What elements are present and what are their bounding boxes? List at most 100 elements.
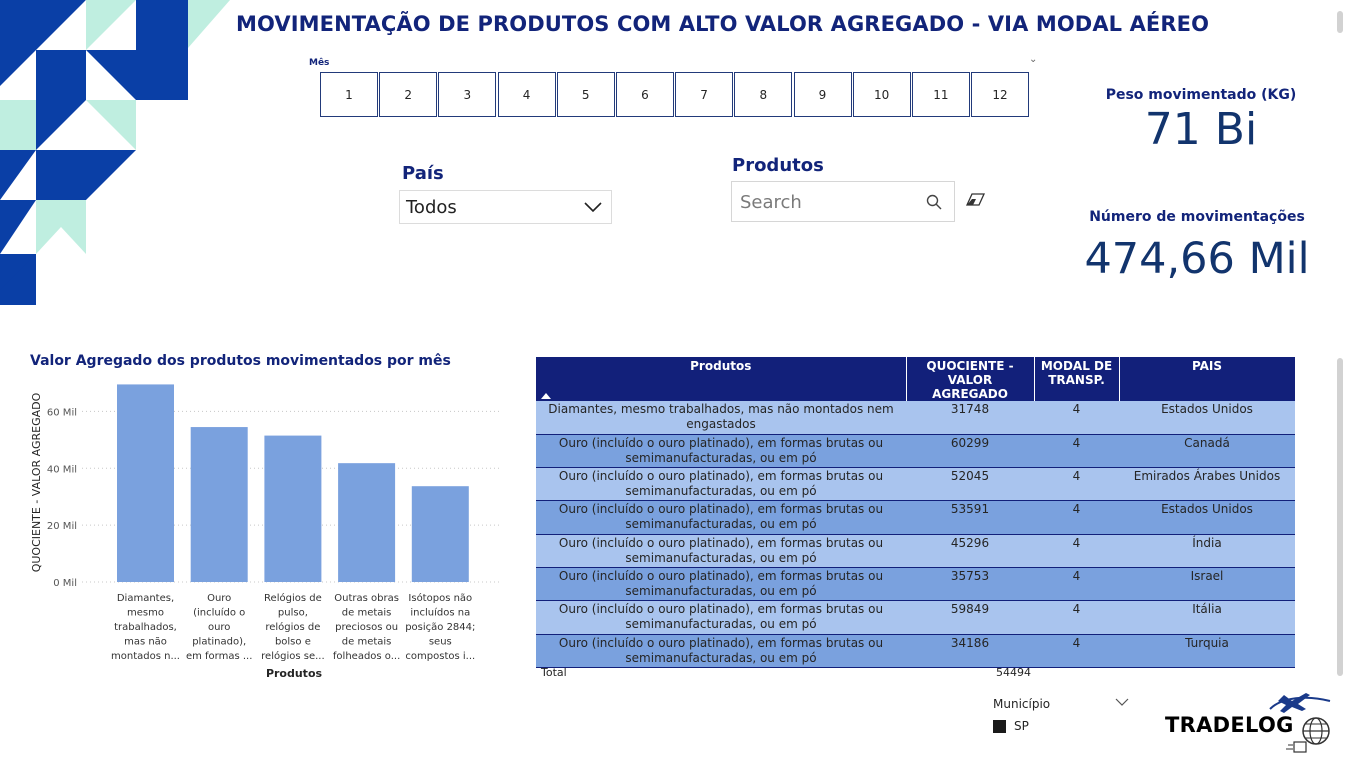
x-tick-label: ouro xyxy=(208,622,230,633)
column-header-produtos[interactable]: Produtos xyxy=(536,357,907,401)
month-button-9[interactable]: 9 xyxy=(793,72,852,117)
x-tick-label: (incluído o xyxy=(193,607,245,619)
table-cell-pais: Canadá xyxy=(1119,434,1295,469)
x-tick-label: relógios de xyxy=(265,621,320,633)
table-cell-modal: 4 xyxy=(1034,500,1119,535)
total-label: Total xyxy=(541,666,567,679)
table-cell-produto: Ouro (incluído o ouro platinado), em for… xyxy=(536,567,906,602)
x-tick-label: Isótopos não xyxy=(408,592,472,604)
x-tick-label: bolso e xyxy=(275,637,311,648)
x-tick-label: seus xyxy=(429,637,452,648)
bar-chart: 0 Mil 20 Mil 40 Mil 60 Mil QUOCIENTE - VALOR… xyxy=(30,384,500,680)
table-row[interactable]: Ouro (incluído o ouro platinado), em for… xyxy=(536,534,1295,568)
table-row[interactable]: Ouro (incluído o ouro platinado), em for… xyxy=(536,434,1295,469)
month-button-11[interactable]: 11 xyxy=(911,72,970,117)
month-button-2[interactable]: 2 xyxy=(379,72,438,117)
sort-ascending-icon[interactable] xyxy=(541,393,551,399)
bar xyxy=(411,486,469,582)
table-cell-modal: 4 xyxy=(1034,567,1119,602)
x-tick-label: Relógios de xyxy=(264,592,322,604)
table-row[interactable]: Diamantes, mesmo trabalhados, mas não mo… xyxy=(536,401,1295,435)
movements-kpi-label: Número de movimentações xyxy=(1089,209,1305,225)
products-table: Produtos QUOCIENTE - VALOR AGREGADO MODA… xyxy=(536,357,1296,668)
x-tick-label: Ouro xyxy=(207,593,231,604)
column-header-quociente[interactable]: QUOCIENTE - VALOR AGREGADO xyxy=(906,357,1035,401)
bar xyxy=(117,384,174,582)
x-tick-label: platinado), xyxy=(192,637,246,648)
table-row[interactable]: Ouro (incluído o ouro platinado), em for… xyxy=(536,467,1295,502)
y-tick-label: 0 Mil xyxy=(53,578,77,589)
month-button-7[interactable]: 7 xyxy=(675,72,734,117)
y-axis-label: QUOCIENTE - VALOR AGREGADO xyxy=(30,392,43,572)
x-tick-label: preciosos ou xyxy=(335,622,398,633)
products-filter-label: Produtos xyxy=(732,155,824,176)
x-tick-label: de metais xyxy=(342,637,392,648)
table-row[interactable]: Ouro (incluído o ouro platinado), em for… xyxy=(536,500,1295,535)
table-cell-pais: Israel xyxy=(1119,567,1295,602)
country-dropdown[interactable]: Todos xyxy=(399,190,612,224)
country-filter-label: País xyxy=(402,163,444,184)
column-header-modal[interactable]: MODAL DE TRANSP. xyxy=(1034,357,1120,401)
table-cell-produto: Ouro (incluído o ouro platinado), em for… xyxy=(536,600,906,635)
table-cell-produto: Ouro (incluído o ouro platinado), em for… xyxy=(536,434,906,469)
x-tick-label: mas não xyxy=(124,637,167,648)
municipality-filter-label: Município xyxy=(993,697,1051,711)
country-dropdown-value: Todos xyxy=(406,196,457,218)
table-row[interactable]: Ouro (incluído o ouro platinado), em for… xyxy=(536,567,1295,602)
table-cell-modal: 4 xyxy=(1034,467,1119,502)
month-button-4[interactable]: 4 xyxy=(497,72,556,117)
search-input[interactable] xyxy=(740,190,920,214)
month-button-8[interactable]: 8 xyxy=(734,72,793,117)
x-tick-label: incluídos na xyxy=(410,607,470,619)
x-tick-label: posição 2844; xyxy=(405,622,475,633)
table-cell-modal: 4 xyxy=(1034,600,1119,635)
column-header-pais-label: PAIS xyxy=(1191,359,1223,373)
column-header-modal-label: MODAL DE TRANSP. xyxy=(1040,359,1113,387)
x-tick-label: relógios se... xyxy=(261,650,324,662)
x-tick-label: de metais xyxy=(342,608,392,619)
x-tick-label: trabalhados, xyxy=(114,622,177,633)
chevron-down-icon[interactable] xyxy=(1115,697,1129,707)
table-cell-produto: Ouro (incluído o ouro platinado), em for… xyxy=(536,534,906,568)
movements-kpi-value: 474,66 Mil xyxy=(1084,234,1310,284)
y-tick-label: 20 Mil xyxy=(47,521,77,532)
weight-kpi-label: Peso movimentado (KG) xyxy=(1105,87,1297,103)
decorative-corner-pattern xyxy=(0,0,230,305)
municipality-option-sp[interactable]: SP xyxy=(993,719,1029,733)
eraser-icon[interactable] xyxy=(965,192,987,208)
table-cell-quociente: 59849 xyxy=(906,600,1034,635)
total-value: 54494 xyxy=(996,666,1031,679)
x-axis-label: Produtos xyxy=(266,667,323,680)
page-scrollbar[interactable] xyxy=(1337,11,1343,33)
month-slicer-chevron-icon[interactable]: ⌄ xyxy=(1029,54,1037,65)
column-header-pais[interactable]: PAIS xyxy=(1119,357,1296,401)
table-cell-quociente: 45296 xyxy=(906,534,1034,568)
table-cell-produto: Ouro (incluído o ouro platinado), em for… xyxy=(536,467,906,502)
search-icon[interactable] xyxy=(926,194,942,210)
products-search-box xyxy=(731,181,955,222)
bar xyxy=(190,427,248,582)
month-slicer-label: Mês xyxy=(309,58,330,68)
month-button-6[interactable]: 6 xyxy=(615,72,674,117)
month-button-1[interactable]: 1 xyxy=(320,72,378,117)
table-cell-pais: Emirados Árabes Unidos xyxy=(1119,467,1295,502)
x-tick-label: montados n... xyxy=(111,651,180,662)
table-row[interactable]: Ouro (incluído o ouro platinado), em for… xyxy=(536,600,1295,635)
checkbox-checked-icon[interactable] xyxy=(993,719,1006,733)
table-scrollbar[interactable] xyxy=(1337,358,1343,676)
x-tick-label: mesmo xyxy=(127,608,164,619)
x-tick-label: pulso, xyxy=(278,608,308,619)
column-header-produtos-label: Produtos xyxy=(690,359,752,373)
month-button-5[interactable]: 5 xyxy=(556,72,615,117)
table-cell-pais: Índia xyxy=(1119,534,1295,568)
month-button-12[interactable]: 12 xyxy=(971,72,1030,117)
y-tick-label: 60 Mil xyxy=(47,407,77,418)
airplane-globe-logo-icon xyxy=(1269,693,1331,753)
x-tick-label: Outras obras xyxy=(334,593,399,604)
table-cell-produto: Ouro (incluído o ouro platinado), em for… xyxy=(536,500,906,535)
chevron-down-icon xyxy=(584,202,602,213)
month-button-3[interactable]: 3 xyxy=(438,72,497,117)
municipality-option-label: SP xyxy=(1014,719,1029,733)
table-cell-quociente: 35753 xyxy=(906,567,1034,602)
month-button-10[interactable]: 10 xyxy=(852,72,911,117)
